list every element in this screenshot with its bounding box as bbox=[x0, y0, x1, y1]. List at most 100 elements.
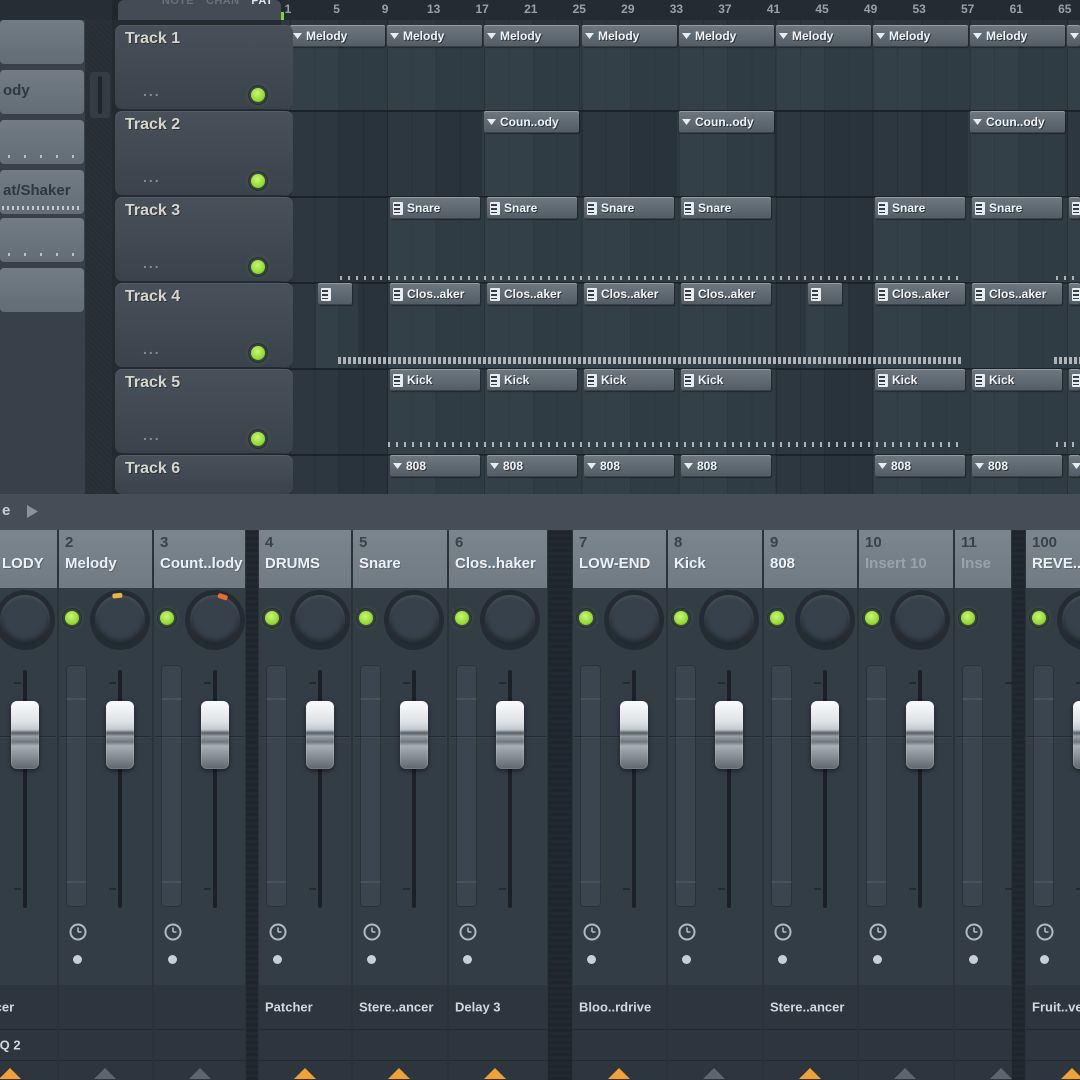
pan-knob[interactable] bbox=[190, 595, 240, 645]
mute-led[interactable] bbox=[674, 611, 688, 625]
track-enable-led[interactable] bbox=[251, 174, 265, 188]
pattern-picker-item[interactable] bbox=[0, 20, 84, 64]
playlist-clip[interactable] bbox=[1069, 369, 1080, 391]
track-enable-led[interactable] bbox=[251, 260, 265, 274]
tab-pat[interactable]: PAT bbox=[251, 0, 273, 20]
playlist-clip[interactable]: Melody bbox=[290, 25, 385, 47]
plugin-slot-2[interactable] bbox=[859, 1030, 953, 1061]
playlist-clip[interactable]: Kick bbox=[681, 369, 771, 391]
pan-knob[interactable] bbox=[485, 595, 535, 645]
playlist-clip[interactable]: Melody bbox=[387, 25, 482, 47]
picker-scrollbar[interactable] bbox=[90, 72, 110, 118]
pan-knob[interactable] bbox=[704, 595, 754, 645]
pan-knob[interactable] bbox=[895, 595, 945, 645]
pan-knob[interactable] bbox=[609, 595, 659, 645]
plugin-slot-2[interactable] bbox=[59, 1030, 152, 1061]
plugin-slot-1[interactable] bbox=[859, 985, 953, 1030]
playlist-clip[interactable]: Melody bbox=[582, 25, 677, 47]
track-enable-led[interactable] bbox=[251, 432, 265, 446]
playlist-clip[interactable] bbox=[1069, 283, 1080, 305]
playlist-clip[interactable]: Kick bbox=[972, 369, 1062, 391]
mute-led[interactable] bbox=[770, 611, 784, 625]
plugin-slot-2[interactable] bbox=[764, 1030, 857, 1061]
mute-led[interactable] bbox=[579, 611, 593, 625]
playlist-clip[interactable]: Snare bbox=[487, 197, 577, 219]
volume-fader-handle[interactable] bbox=[620, 701, 648, 769]
playlist-clip[interactable] bbox=[1069, 455, 1080, 477]
playlist-clip[interactable]: Kick bbox=[487, 369, 577, 391]
playlist-clip[interactable]: Snare bbox=[390, 197, 480, 219]
playlist-clip[interactable]: 808 bbox=[972, 455, 1062, 477]
mute-led[interactable] bbox=[359, 611, 373, 625]
channel-select-dot[interactable] bbox=[73, 955, 82, 964]
track-menu-dots[interactable]: ... bbox=[143, 427, 161, 443]
track-menu-dots[interactable]: ... bbox=[143, 255, 161, 271]
playlist-clip[interactable]: Snare bbox=[584, 197, 674, 219]
volume-fader-handle[interactable] bbox=[715, 701, 743, 769]
track-menu-dots[interactable]: ... bbox=[143, 341, 161, 357]
tab-chan[interactable]: CHAN bbox=[206, 0, 239, 20]
plugin-slot-1[interactable] bbox=[955, 985, 1011, 1030]
pattern-picker-item[interactable] bbox=[0, 120, 84, 164]
plugin-slot-1[interactable]: Stere..ancer bbox=[353, 985, 447, 1030]
plugin-slot-2[interactable] bbox=[259, 1030, 351, 1061]
playlist-clip[interactable]: 808 bbox=[681, 455, 771, 477]
playlist-clip[interactable]: 808 bbox=[487, 455, 577, 477]
track-enable-led[interactable] bbox=[251, 346, 265, 360]
playlist-clip[interactable]: Melody bbox=[679, 25, 774, 47]
playlist-clip[interactable]: Melody bbox=[873, 25, 968, 47]
plugin-slot-2[interactable]: am. EQ 2 bbox=[0, 1030, 57, 1061]
channel-select-dot[interactable] bbox=[1040, 955, 1049, 964]
volume-fader-handle[interactable] bbox=[306, 701, 334, 769]
channel-select-dot[interactable] bbox=[873, 955, 882, 964]
playlist-clip[interactable]: Clos..aker bbox=[681, 283, 771, 305]
track-header[interactable]: Track 2... bbox=[115, 111, 293, 195]
plugin-slot-2[interactable] bbox=[668, 1030, 762, 1061]
channel-select-dot[interactable] bbox=[168, 955, 177, 964]
mute-led[interactable] bbox=[455, 611, 469, 625]
pan-knob[interactable] bbox=[389, 595, 439, 645]
playlist-clip[interactable]: Melody bbox=[776, 25, 871, 47]
plugin-slot-2[interactable] bbox=[955, 1030, 1011, 1061]
volume-fader-handle[interactable] bbox=[496, 701, 524, 769]
mute-led[interactable] bbox=[265, 611, 279, 625]
pan-knob[interactable] bbox=[95, 595, 145, 645]
playhead-start-marker[interactable] bbox=[281, 12, 284, 20]
playlist-clip[interactable]: 808 bbox=[390, 455, 480, 477]
pattern-picker-item[interactable]: ody bbox=[0, 70, 84, 114]
playlist-clip[interactable] bbox=[808, 283, 842, 305]
volume-fader-handle[interactable] bbox=[11, 701, 39, 769]
mute-led[interactable] bbox=[865, 611, 879, 625]
pan-knob[interactable] bbox=[295, 595, 345, 645]
plugin-slot-2[interactable] bbox=[449, 1030, 547, 1061]
plugin-slot-1[interactable]: Bloo..rdrive bbox=[573, 985, 666, 1030]
playlist-clip[interactable]: Kick bbox=[390, 369, 480, 391]
playlist-clip[interactable] bbox=[1069, 197, 1080, 219]
track-header[interactable]: Track 4... bbox=[115, 283, 293, 367]
playlist-clip[interactable]: Snare bbox=[875, 197, 965, 219]
pan-knob[interactable] bbox=[800, 595, 850, 645]
track-header[interactable]: Track 5... bbox=[115, 369, 293, 453]
track-header[interactable]: Track 3... bbox=[115, 197, 293, 281]
channel-select-dot[interactable] bbox=[778, 955, 787, 964]
pan-knob[interactable] bbox=[0, 595, 50, 645]
tab-note[interactable]: NOTE bbox=[162, 0, 194, 20]
playlist-clip[interactable] bbox=[318, 283, 352, 305]
volume-fader-handle[interactable] bbox=[906, 701, 934, 769]
track-menu-dots[interactable]: ... bbox=[143, 169, 161, 185]
playlist-clip[interactable]: Coun..ody bbox=[679, 111, 774, 133]
plugin-slot-1[interactable]: Stere..ancer bbox=[764, 985, 857, 1030]
playlist-clip[interactable]: Melody bbox=[484, 25, 579, 47]
plugin-slot-1[interactable]: Delay 3 bbox=[449, 985, 547, 1030]
volume-fader-handle[interactable] bbox=[400, 701, 428, 769]
playlist-clip[interactable] bbox=[1067, 25, 1080, 47]
timeline-ruler[interactable]: 1591317212529333741454953576165 bbox=[281, 0, 1080, 20]
pattern-picker-item[interactable]: at/Shaker bbox=[0, 170, 84, 214]
channel-select-dot[interactable] bbox=[969, 955, 978, 964]
plugin-slot-1[interactable] bbox=[154, 985, 245, 1030]
volume-fader-handle[interactable] bbox=[106, 701, 134, 769]
mute-led[interactable] bbox=[1032, 611, 1046, 625]
plugin-slot-2[interactable] bbox=[154, 1030, 245, 1061]
mute-led[interactable] bbox=[961, 611, 975, 625]
track-header[interactable]: Track 1... bbox=[115, 25, 293, 109]
